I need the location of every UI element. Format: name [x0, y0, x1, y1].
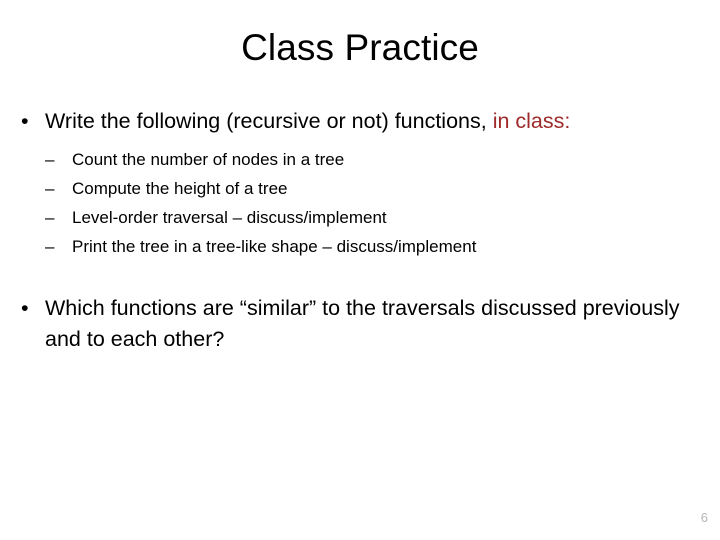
- slide-body: • Write the following (recursive or not)…: [18, 106, 708, 355]
- sub-bullet-label: Compute the height of a tree: [72, 179, 288, 198]
- bullet-text-accent: in class:: [492, 109, 571, 133]
- bullet-item-write-functions: • Write the following (recursive or not)…: [18, 106, 708, 136]
- dash-marker-icon: –: [45, 237, 55, 256]
- bullet-text-question: Which functions are “similar” to the tra…: [45, 296, 680, 351]
- page-title: Class Practice: [241, 27, 479, 68]
- sub-bullet-label: Print the tree in a tree-like shape – di…: [72, 237, 477, 256]
- list-item: – Compute the height of a tree: [18, 174, 708, 203]
- sub-bullet-list: – Count the number of nodes in a tree – …: [18, 145, 708, 261]
- sub-bullet-label: Level-order traversal – discuss/implemen…: [72, 208, 387, 227]
- bullet-text-main: Write the following (recursive or not) f…: [45, 109, 493, 133]
- dash-marker-icon: –: [45, 179, 55, 198]
- dash-marker-icon: –: [45, 150, 55, 169]
- dash-marker-icon: –: [45, 208, 55, 227]
- page-number: 6: [700, 510, 708, 525]
- list-item: – Count the number of nodes in a tree: [18, 145, 708, 174]
- bullet-marker-icon: •: [21, 296, 29, 320]
- list-item: – Print the tree in a tree-like shape – …: [18, 232, 708, 261]
- bullet-item-similar-functions: • Which functions are “similar” to the t…: [18, 293, 708, 355]
- sub-bullet-label: Count the number of nodes in a tree: [72, 150, 345, 169]
- bullet-marker-icon: •: [21, 109, 29, 133]
- slide: Class Practice • Write the following (re…: [0, 0, 720, 540]
- list-item: – Level-order traversal – discuss/implem…: [18, 203, 708, 232]
